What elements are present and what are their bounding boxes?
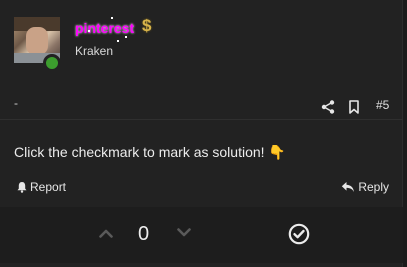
username-link[interactable]: pinterest bbox=[75, 20, 134, 36]
share-icon[interactable] bbox=[321, 100, 335, 114]
sparkle-effect bbox=[111, 17, 113, 19]
online-status-indicator bbox=[43, 54, 61, 72]
bookmark-icon[interactable] bbox=[348, 100, 360, 114]
message-post: pinterest $ Kraken - #5 Click the checkm… bbox=[0, 0, 403, 267]
reply-button[interactable]: Reply bbox=[341, 180, 389, 194]
message-actions: Report Reply bbox=[0, 178, 403, 198]
chevron-up-icon[interactable] bbox=[99, 228, 113, 238]
post-date: - bbox=[14, 96, 18, 110]
report-label: Report bbox=[30, 180, 67, 194]
message-attribution: - #5 bbox=[0, 92, 403, 120]
dollar-badge-icon: $ bbox=[142, 16, 152, 35]
chevron-down-icon[interactable] bbox=[177, 228, 191, 238]
vote-count: 0 bbox=[138, 223, 150, 245]
avatar-face bbox=[26, 27, 48, 55]
sparkle-effect bbox=[88, 30, 90, 32]
post-number-link[interactable]: #5 bbox=[376, 98, 389, 112]
vote-bar: 0 bbox=[0, 207, 403, 263]
user-title: Kraken bbox=[75, 44, 114, 58]
report-button[interactable]: Report bbox=[16, 180, 66, 194]
sparkle-effect bbox=[117, 40, 119, 42]
message-author: pinterest $ Kraken bbox=[0, 0, 403, 84]
pointing-down-emoji-icon: 👇 bbox=[268, 144, 286, 160]
message-body: Click the checkmark to mark as solution!… bbox=[14, 144, 286, 161]
reply-arrow-icon bbox=[342, 182, 355, 192]
reply-label: Reply bbox=[358, 180, 389, 194]
bell-icon bbox=[17, 182, 27, 193]
checkmark-circle-icon[interactable] bbox=[288, 223, 310, 245]
message-text: Click the checkmark to mark as solution! bbox=[14, 144, 265, 160]
sparkle-effect bbox=[125, 36, 127, 38]
